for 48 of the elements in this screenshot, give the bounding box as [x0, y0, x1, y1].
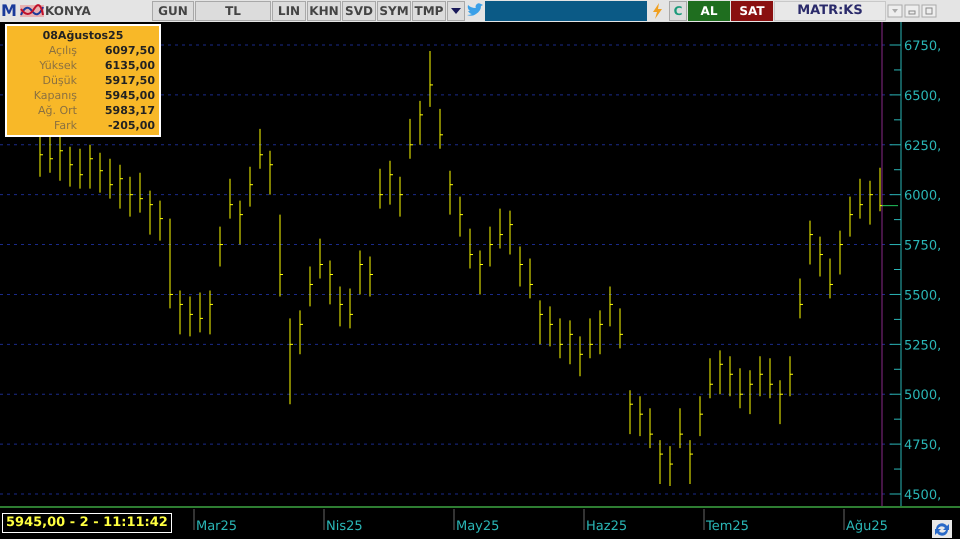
chart-wave-icon — [20, 3, 44, 19]
sell-button[interactable]: SAT — [731, 1, 773, 21]
refresh-icon[interactable] — [932, 520, 952, 538]
tooltip-label: Düşük — [41, 73, 77, 88]
toolbar-button[interactable]: TL — [195, 1, 271, 21]
tooltip-label: Yüksek — [38, 58, 77, 73]
toolbar-button[interactable]: TMP — [412, 1, 446, 21]
tooltip-label: Fark — [53, 118, 77, 133]
dropdown-button[interactable] — [447, 1, 465, 21]
tooltip-value: 5945,00 — [104, 88, 155, 103]
tooltip-value: 6135,00 — [104, 58, 155, 73]
tooltip-label: Açılış — [48, 43, 77, 58]
toolbar-button[interactable]: SVD — [342, 1, 376, 21]
toolbar-button[interactable]: KHN — [307, 1, 341, 21]
tooltip-value: 5917,50 — [104, 73, 155, 88]
price-axis-label: 5500, — [904, 288, 942, 304]
tooltip-value: -205,00 — [108, 118, 155, 133]
tooltip-value: 5983,17 — [104, 103, 155, 118]
price-axis-label: 5750, — [904, 238, 942, 254]
app-logo: M — [1, 3, 18, 19]
time-axis-label: Nis25 — [326, 519, 363, 534]
tooltip-label: Ağ. Ort — [37, 103, 77, 118]
caret-icon — [451, 8, 461, 14]
buy-button[interactable]: AL — [688, 1, 730, 21]
price-axis-label: 5250, — [904, 338, 942, 354]
time-axis-label: Haz25 — [586, 519, 628, 534]
price-axis-label: 6000, — [904, 188, 942, 204]
time-axis-label: Mar25 — [196, 519, 238, 534]
brand-logo: MATR:KS — [774, 1, 886, 21]
last-price-line — [882, 205, 898, 206]
time-axis-label: May25 — [456, 519, 500, 534]
last-price-status: 5945,00 - 2 - 11:11:42 — [2, 513, 172, 533]
time-axis-label: Ağu25 — [846, 519, 888, 534]
price-axis-label: 5000, — [904, 388, 942, 404]
tooltip-label: Kapanış — [32, 88, 77, 103]
tooltip-date: 08Ağustos25 — [42, 28, 124, 43]
price-axis-label: 6750, — [904, 39, 942, 54]
price-axis-label: 4500, — [904, 488, 942, 503]
window-controls-icon[interactable] — [887, 4, 937, 18]
toolbar-button[interactable]: LIN — [272, 1, 306, 21]
price-axis-label: 6500, — [904, 88, 942, 104]
time-axis-label: Tem25 — [706, 519, 749, 534]
tooltip-value: 6097,50 — [104, 43, 155, 58]
toolbar-button[interactable]: SYM — [377, 1, 411, 21]
price-axis-label: 6250, — [904, 138, 942, 154]
price-axis-label: 4750, — [904, 438, 942, 454]
symbol-name[interactable]: KONYA — [45, 2, 151, 20]
toolbar-button[interactable]: GUN — [152, 1, 194, 21]
